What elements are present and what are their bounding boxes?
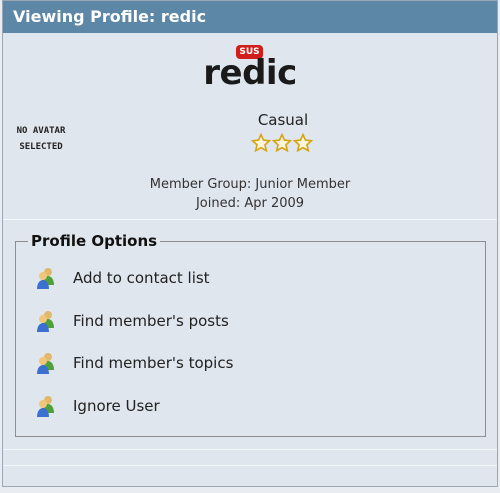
avatar-placeholder-line-1: NO AVATAR <box>16 126 66 136</box>
rank-stars <box>251 133 313 153</box>
username[interactable]: redic <box>3 53 497 93</box>
joined-date: Joined: Apr 2009 <box>195 196 305 211</box>
find-member-posts-link[interactable]: Find member's posts <box>33 306 229 336</box>
window-title: Viewing Profile: redic <box>3 1 497 33</box>
option-label: Ignore User <box>73 397 160 415</box>
star-icon <box>251 133 271 153</box>
users-icon <box>37 311 54 332</box>
users-icon <box>37 396 54 417</box>
profile-window: Viewing Profile: redic SUS redic NO AVAT… <box>2 0 498 487</box>
users-icon <box>37 353 54 374</box>
star-icon <box>272 133 292 153</box>
add-to-contact-list-link[interactable]: Add to contact list <box>33 263 210 293</box>
option-label: Find member's posts <box>73 312 229 330</box>
profile-header: SUS redic NO AVATAR SELECTED Casual Memb… <box>3 33 497 220</box>
ignore-user-link[interactable]: Ignore User <box>33 391 160 421</box>
divider <box>3 465 497 466</box>
profile-options-legend: Profile Options <box>28 232 161 250</box>
member-group: Member Group: Junior Member <box>149 177 351 192</box>
users-icon <box>37 268 54 289</box>
member-rank: Casual <box>257 111 309 129</box>
option-label: Find member's topics <box>73 354 234 372</box>
avatar-placeholder-line-2: SELECTED <box>19 142 63 152</box>
avatar-placeholder: NO AVATAR SELECTED <box>11 123 71 155</box>
find-member-topics-link[interactable]: Find member's topics <box>33 348 233 378</box>
option-label: Add to contact list <box>73 269 210 287</box>
star-icon <box>293 133 313 153</box>
divider <box>3 449 497 450</box>
